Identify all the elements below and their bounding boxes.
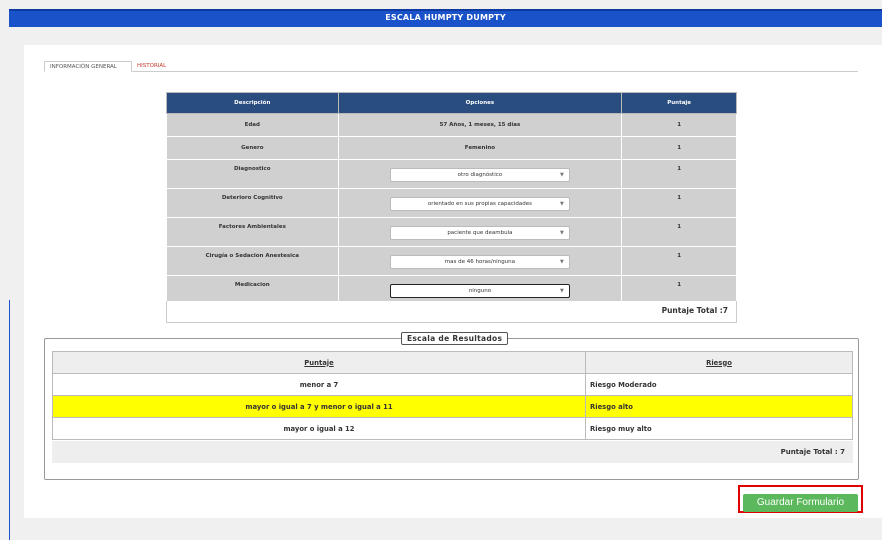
results-total-score: Puntaje Total : 7: [52, 441, 853, 463]
chevron-down-icon: ▼: [560, 172, 564, 178]
col-header-puntaje: Puntaje: [621, 92, 737, 114]
result-riesgo: Riesgo Moderado: [585, 373, 853, 396]
select-value: ninguno: [468, 288, 492, 294]
table-row: Deterioro Cognitivo orientado en sus pro…: [166, 188, 737, 218]
col-header-opciones: Opciones: [337, 92, 623, 114]
save-button[interactable]: Guardar Formulario: [743, 494, 858, 512]
row-desc: Edad: [166, 113, 339, 137]
table-row: Genero Femenino 1: [166, 136, 737, 160]
select-value: otro diagnóstico: [457, 172, 503, 178]
table-row-highlighted: mayor o igual a 7 y menor o igual a 11 R…: [52, 395, 853, 418]
col-header-puntaje: Puntaje: [52, 351, 586, 374]
col-header-descripcion: Descripción: [166, 92, 339, 114]
results-fieldset: Escala de Resultados Puntaje Riesgo meno…: [44, 332, 859, 480]
row-score: 1: [621, 136, 737, 160]
assessment-table: Descripción Opciones Puntaje Edad 57 Año…: [166, 92, 737, 305]
total-score: Puntaje Total :7: [166, 301, 737, 323]
chevron-down-icon: ▼: [560, 230, 564, 236]
table-row: Edad 57 Años, 1 meses, 15 días 1: [166, 113, 737, 137]
tab-bar: INFORMACIÓN GENERAL HISTORIAL: [44, 61, 858, 72]
row-score: 1: [621, 217, 737, 247]
medicacion-select[interactable]: ninguno ▼: [389, 284, 570, 298]
row-score: 1: [621, 159, 737, 189]
chevron-down-icon: ▼: [560, 201, 564, 207]
save-button-highlight: Guardar Formulario: [738, 485, 863, 513]
chevron-down-icon: ▼: [560, 259, 564, 265]
table-row: mayor o igual a 12 Riesgo muy alto: [52, 417, 853, 440]
result-riesgo: Riesgo alto: [585, 395, 853, 418]
table-row: Diagnostico otro diagnóstico ▼ 1: [166, 159, 737, 189]
row-desc: Genero: [166, 136, 339, 160]
result-puntaje: menor a 7: [52, 373, 586, 396]
row-desc: Factores Ambientales: [166, 217, 339, 247]
results-table: Puntaje Riesgo menor a 7 Riesgo Moderado…: [52, 351, 853, 440]
chevron-down-icon: ▼: [560, 288, 564, 294]
row-desc: Diagnostico: [166, 159, 339, 189]
table-row: Factores Ambientales paciente que deambu…: [166, 217, 737, 247]
form-panel: INFORMACIÓN GENERAL HISTORIAL Descripció…: [24, 45, 882, 518]
select-value: mas de 46 horas/ninguna: [444, 259, 516, 265]
result-riesgo: Riesgo muy alto: [585, 417, 853, 440]
table-row: menor a 7 Riesgo Moderado: [52, 373, 853, 396]
result-puntaje: mayor o igual a 7 y menor o igual a 11: [52, 395, 586, 418]
select-value: orientado en sus propias capacidades: [427, 201, 532, 207]
table-row: Cirugía o Sedacion Anestesica mas de 46 …: [166, 246, 737, 276]
page-title: ESCALA HUMPTY DUMPTY: [9, 9, 882, 27]
row-score: 1: [621, 188, 737, 218]
row-desc: Deterioro Cognitivo: [166, 188, 339, 218]
cirugia-select[interactable]: mas de 46 horas/ninguna ▼: [389, 255, 570, 269]
row-value: 57 Años, 1 meses, 15 días: [337, 113, 623, 137]
left-border: [9, 300, 10, 540]
factores-ambientales-select[interactable]: paciente que deambula ▼: [389, 226, 570, 240]
row-desc: Cirugía o Sedacion Anestesica: [166, 246, 339, 276]
select-value: paciente que deambula: [447, 230, 513, 236]
results-legend: Escala de Resultados: [401, 332, 509, 345]
row-value: Femenino: [337, 136, 623, 160]
row-score: 1: [621, 113, 737, 137]
tab-historial[interactable]: HISTORIAL: [132, 61, 202, 72]
row-score: 1: [621, 246, 737, 276]
col-header-riesgo: Riesgo: [585, 351, 853, 374]
tab-informacion-general[interactable]: INFORMACIÓN GENERAL: [44, 61, 132, 72]
diagnostico-select[interactable]: otro diagnóstico ▼: [389, 168, 570, 182]
result-puntaje: mayor o igual a 12: [52, 417, 586, 440]
deterioro-cognitivo-select[interactable]: orientado en sus propias capacidades ▼: [389, 197, 570, 211]
